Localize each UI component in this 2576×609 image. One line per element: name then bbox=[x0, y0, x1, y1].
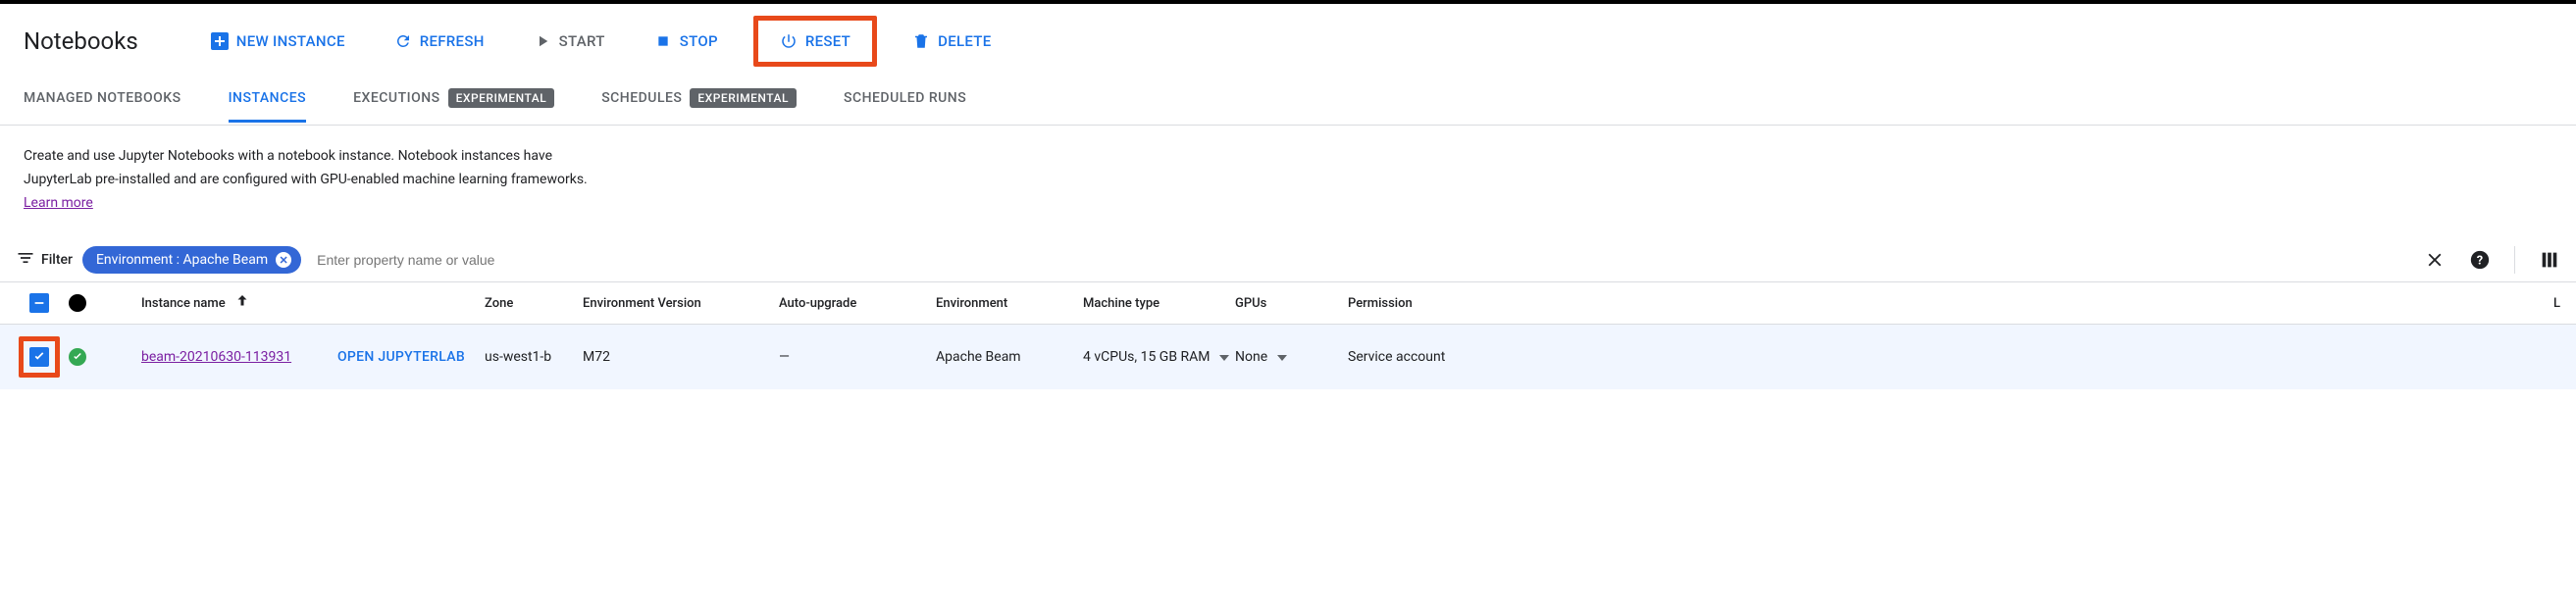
cell-permission: Service account bbox=[1348, 349, 1480, 365]
filter-input[interactable] bbox=[311, 246, 2414, 274]
refresh-icon bbox=[394, 32, 412, 50]
filter-label: Filter bbox=[16, 248, 73, 272]
plus-icon bbox=[211, 32, 229, 50]
new-instance-label: NEW INSTANCE bbox=[236, 32, 345, 50]
start-label: START bbox=[559, 32, 605, 50]
cell-machine-type[interactable]: 4 vCPUs, 15 GB RAM bbox=[1083, 349, 1235, 365]
cell-gpus[interactable]: None bbox=[1235, 349, 1348, 365]
clear-filter-icon[interactable] bbox=[2424, 249, 2446, 271]
refresh-label: REFRESH bbox=[420, 32, 485, 50]
play-icon bbox=[534, 32, 551, 50]
table-row[interactable]: beam-20210630-113931 OPEN JUPYTERLAB us-… bbox=[0, 325, 2576, 389]
col-header-machine-type[interactable]: Machine type bbox=[1083, 296, 1235, 311]
status-ok-icon bbox=[69, 348, 86, 366]
col-header-env-version[interactable]: Environment Version bbox=[583, 296, 779, 311]
col-header-zone[interactable]: Zone bbox=[485, 296, 583, 311]
row-checkbox[interactable] bbox=[29, 347, 49, 367]
close-icon[interactable]: ✕ bbox=[276, 252, 291, 268]
filter-icon bbox=[16, 248, 35, 272]
stop-label: STOP bbox=[680, 32, 718, 50]
chevron-down-icon bbox=[1219, 355, 1229, 361]
col-header-permission[interactable]: Permission bbox=[1348, 296, 1480, 311]
col-header-auto-upgrade[interactable]: Auto-upgrade bbox=[779, 296, 936, 311]
reset-highlight: RESET bbox=[753, 16, 877, 67]
svg-text:?: ? bbox=[2477, 254, 2483, 269]
sort-up-icon bbox=[233, 292, 251, 314]
col-header-name[interactable]: Instance name bbox=[141, 292, 485, 314]
power-icon bbox=[780, 32, 798, 50]
columns-icon[interactable] bbox=[2539, 249, 2560, 271]
tab-managed-notebooks[interactable]: MANAGED NOTEBOOKS bbox=[24, 76, 181, 123]
select-all-checkbox[interactable] bbox=[29, 293, 49, 313]
tabs: MANAGED NOTEBOOKS INSTANCES EXECUTIONS E… bbox=[0, 75, 2576, 126]
experimental-badge: EXPERIMENTAL bbox=[448, 88, 555, 108]
cell-environment: Apache Beam bbox=[936, 349, 1083, 365]
new-instance-button[interactable]: NEW INSTANCE bbox=[197, 25, 359, 58]
col-header-last[interactable]: L bbox=[1480, 296, 2560, 311]
tab-instances[interactable]: INSTANCES bbox=[229, 76, 307, 123]
filter-chip-environment[interactable]: Environment : Apache Beam ✕ bbox=[82, 246, 301, 274]
instance-name-link[interactable]: beam-20210630-113931 bbox=[141, 349, 291, 365]
cell-env-version: M72 bbox=[583, 349, 779, 365]
page-header: Notebooks NEW INSTANCE REFRESH START STO… bbox=[0, 4, 2576, 75]
row-checkbox-highlight bbox=[19, 336, 60, 378]
experimental-badge: EXPERIMENTAL bbox=[690, 88, 797, 108]
reset-button[interactable]: RESET bbox=[766, 25, 864, 58]
stop-button[interactable]: STOP bbox=[641, 25, 732, 58]
trash-icon bbox=[912, 32, 930, 50]
delete-label: DELETE bbox=[938, 32, 991, 50]
delete-button[interactable]: DELETE bbox=[899, 25, 1005, 58]
open-jupyterlab-link[interactable]: OPEN JUPYTERLAB bbox=[337, 349, 465, 365]
table-header: Instance name Zone Environment Version A… bbox=[0, 281, 2576, 325]
stop-icon bbox=[654, 32, 672, 50]
start-button[interactable]: START bbox=[520, 25, 619, 58]
chevron-down-icon bbox=[1277, 355, 1287, 361]
status-header-icon bbox=[69, 294, 86, 312]
tab-executions[interactable]: EXECUTIONS EXPERIMENTAL bbox=[353, 75, 554, 125]
col-header-environment[interactable]: Environment bbox=[936, 296, 1083, 311]
help-icon[interactable]: ? bbox=[2469, 249, 2491, 271]
description: Create and use Jupyter Notebooks with a … bbox=[0, 126, 628, 238]
col-header-gpus[interactable]: GPUs bbox=[1235, 296, 1348, 311]
tab-scheduled-runs[interactable]: SCHEDULED RUNS bbox=[844, 76, 966, 123]
page-title: Notebooks bbox=[24, 27, 138, 55]
filter-bar: Filter Environment : Apache Beam ✕ ? bbox=[0, 238, 2576, 281]
reset-label: RESET bbox=[805, 32, 850, 50]
tab-schedules[interactable]: SCHEDULES EXPERIMENTAL bbox=[601, 75, 797, 125]
learn-more-link[interactable]: Learn more bbox=[24, 195, 93, 211]
refresh-button[interactable]: REFRESH bbox=[381, 25, 498, 58]
cell-zone: us-west1-b bbox=[485, 349, 583, 365]
cell-auto-upgrade: — bbox=[779, 349, 936, 365]
